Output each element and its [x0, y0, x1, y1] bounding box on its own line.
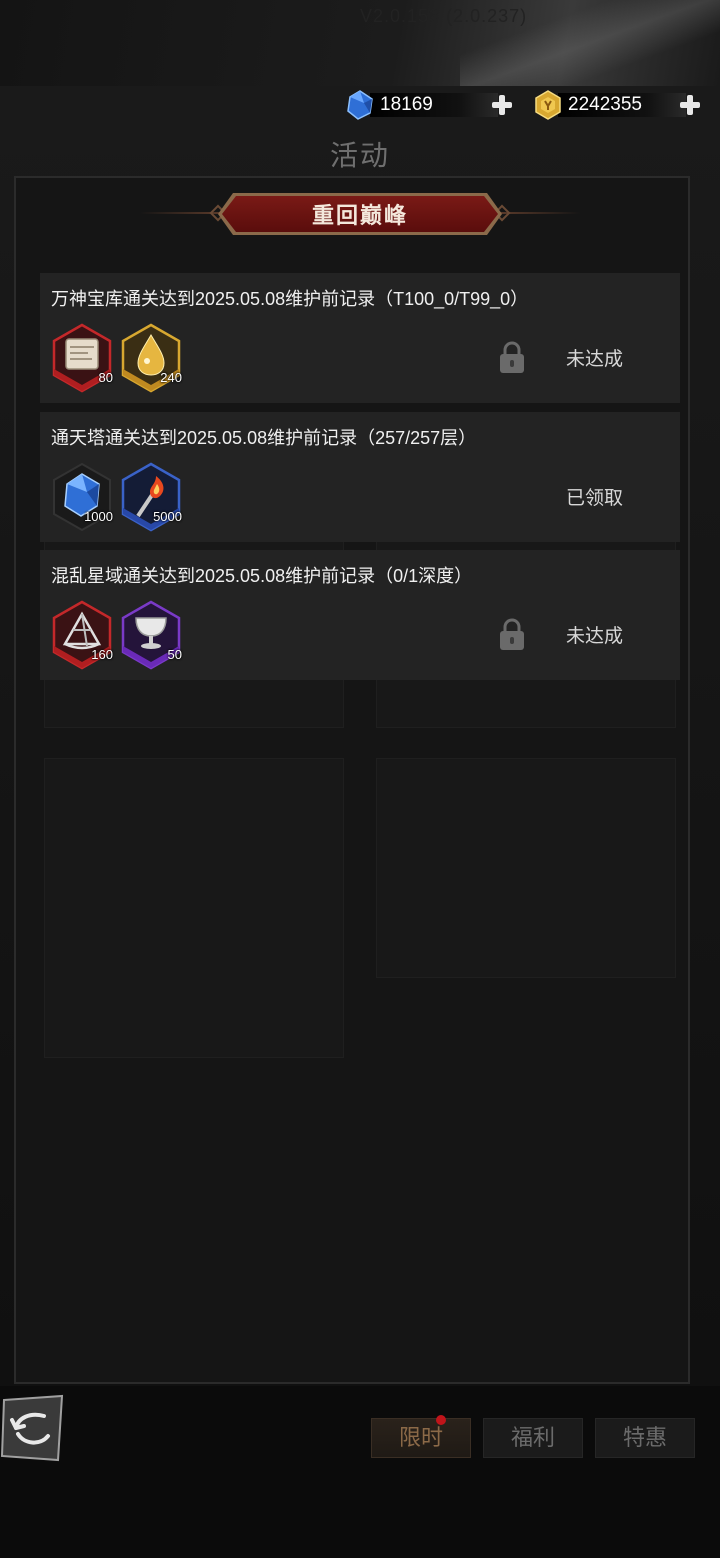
reward-count: 240: [160, 370, 182, 385]
lock-icon: [500, 618, 524, 650]
page-title: 活动: [329, 140, 390, 171]
tab-label: 限时: [398, 1425, 443, 1450]
background-card: [44, 758, 344, 1058]
banner-line-right: [500, 212, 580, 214]
reward-item[interactable]: 5000: [120, 462, 182, 532]
reward-count: 50: [167, 647, 182, 662]
task-row: 万神宝库通关达到2025.05.08维护前记录（T100_0/T99_0） 80…: [40, 273, 680, 403]
task-status: 未达成: [566, 349, 624, 370]
task-row: 混乱星域通关达到2025.05.08维护前记录（0/1深度） 160 50 未达…: [40, 550, 680, 680]
tab-label: 特惠: [622, 1425, 667, 1450]
gold-currency: 2242355: [532, 90, 702, 120]
task-status: 已领取: [566, 488, 624, 509]
task-row: 通天塔通关达到2025.05.08维护前记录（257/257层） 1000 50…: [40, 412, 680, 542]
back-button[interactable]: [0, 1394, 66, 1464]
reward-count: 5000: [153, 509, 182, 524]
reward-item[interactable]: 50: [120, 600, 182, 670]
blue-gem-icon: [344, 89, 376, 121]
background-card: [376, 758, 676, 978]
gem-currency: 18169: [344, 90, 514, 120]
task-title: 混乱星域通关达到2025.05.08维护前记录（0/1深度）: [51, 566, 473, 586]
reward-item[interactable]: 80: [51, 323, 113, 393]
reward-item[interactable]: 160: [51, 600, 113, 670]
gold-coin-icon: [532, 89, 564, 121]
add-gem-button[interactable]: [490, 93, 514, 117]
status-bar: V2.0.153 (2.0.237): [0, 0, 720, 86]
tab-limited-time[interactable]: 限时: [371, 1415, 471, 1458]
banner-line-left: [140, 212, 220, 214]
task-title: 万神宝库通关达到2025.05.08维护前记录（T100_0/T99_0）: [51, 289, 529, 309]
notification-badge: [436, 1415, 446, 1425]
section-banner-title: 重回巅峰: [311, 203, 408, 228]
reward-count: 160: [91, 647, 113, 662]
add-gold-button[interactable]: [678, 93, 702, 117]
gold-amount: 2242355: [558, 93, 686, 117]
reward-item[interactable]: 240: [120, 323, 182, 393]
reward-count: 1000: [84, 509, 113, 524]
reward-count: 80: [98, 370, 113, 385]
tab-benefits[interactable]: 福利: [483, 1418, 583, 1458]
tab-label: 福利: [510, 1425, 555, 1450]
lock-icon: [500, 341, 524, 373]
version-text: V2.0.153 (2.0.237): [360, 6, 528, 26]
gem-amount: 18169: [370, 93, 498, 117]
task-title: 通天塔通关达到2025.05.08维护前记录（257/257层）: [51, 428, 477, 448]
reward-item[interactable]: 1000: [51, 462, 113, 532]
section-banner: 重回巅峰: [222, 196, 498, 232]
tab-special-offers[interactable]: 特惠: [595, 1418, 695, 1458]
task-status: 未达成: [566, 626, 624, 647]
